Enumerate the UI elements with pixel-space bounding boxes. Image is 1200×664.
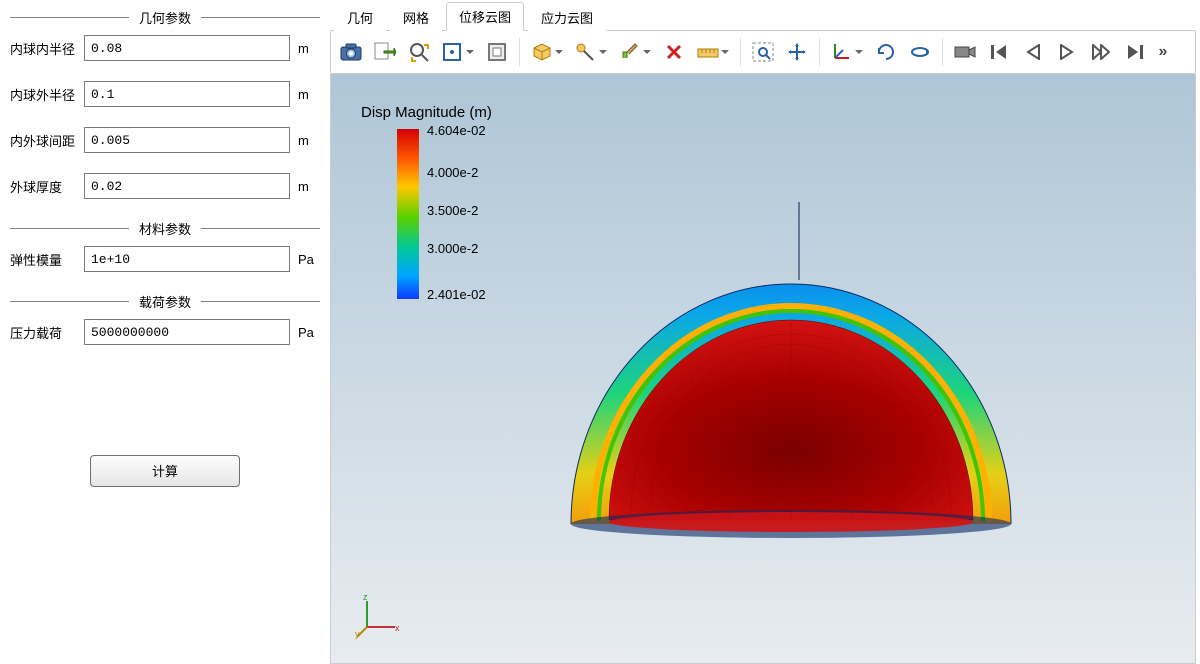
row-inner-radius-out: 内球外半径 m (10, 81, 320, 107)
label-gap: 内外球间距 (10, 131, 84, 150)
delete-button[interactable] (658, 36, 690, 68)
probe-button[interactable] (570, 36, 612, 68)
rotate-icon (876, 42, 896, 62)
separator (740, 38, 741, 66)
axes-icon (831, 42, 851, 62)
unit-outer-thickness: m (290, 179, 320, 194)
zoom-area-button[interactable] (747, 36, 779, 68)
group-geometry-title: 几何参数 (139, 8, 191, 27)
spin-icon (910, 42, 930, 62)
pan-button[interactable] (781, 36, 813, 68)
label-inner-radius-in: 内球内半径 (10, 39, 84, 58)
chevron-down-icon (721, 50, 729, 54)
first-frame-button[interactable] (983, 36, 1015, 68)
label-pressure-load: 压力载荷 (10, 323, 84, 342)
input-inner-radius-in[interactable] (84, 35, 290, 61)
delete-icon (665, 43, 683, 61)
zoom-button[interactable] (403, 36, 435, 68)
camera-icon (954, 44, 976, 60)
axes-button[interactable] (826, 36, 868, 68)
unit-inner-radius-in: m (290, 41, 320, 56)
group-geometry: 几何参数 内球内半径 m 内球外半径 m 内外球间距 m 外球厚度 m (10, 8, 320, 199)
next-frame-icon (1092, 44, 1110, 60)
input-gap[interactable] (84, 127, 290, 153)
row-pressure-load: 压力载荷 Pa (10, 319, 320, 345)
separator (519, 38, 520, 66)
svg-text:z: z (363, 593, 368, 602)
box-select-icon (531, 42, 553, 62)
input-outer-thickness[interactable] (84, 173, 290, 199)
next-frame-button[interactable] (1085, 36, 1117, 68)
viewer-toolbar: » (330, 30, 1196, 74)
orientation-triad-icon: z x y (355, 593, 401, 639)
group-load: 载荷参数 压力载荷 Pa (10, 292, 320, 345)
fit-view-button[interactable] (437, 36, 479, 68)
tab-stress[interactable]: 应力云图 (528, 3, 606, 31)
unit-pressure-load: Pa (290, 325, 320, 340)
tabs: 几何 网格 位移云图 应力云图 (330, 0, 1196, 30)
spin-button[interactable] (904, 36, 936, 68)
screenshot-icon (340, 43, 362, 61)
last-frame-button[interactable] (1119, 36, 1151, 68)
3d-viewport[interactable]: Disp Magnitude (m) 4.604e-02 4.000e-2 3.… (330, 74, 1196, 664)
group-material: 材料参数 弹性模量 Pa (10, 219, 320, 272)
chevron-down-icon (643, 50, 651, 54)
chevron-down-icon (555, 50, 563, 54)
separator (819, 38, 820, 66)
svg-text:x: x (395, 623, 400, 633)
tab-displacement[interactable]: 位移云图 (446, 2, 524, 31)
unit-elastic-modulus: Pa (290, 252, 320, 267)
unit-inner-radius-out: m (290, 87, 320, 102)
unit-gap: m (290, 133, 320, 148)
zoom-area-icon (752, 42, 774, 62)
svg-text:y: y (355, 629, 360, 639)
label-inner-radius-out: 内球外半径 (10, 85, 84, 104)
group-load-title: 载荷参数 (139, 292, 191, 311)
frame-icon (487, 42, 507, 62)
chevron-down-icon (466, 50, 474, 54)
box-select-button[interactable] (526, 36, 568, 68)
label-elastic-modulus: 弹性模量 (10, 250, 84, 269)
export-button[interactable] (369, 36, 401, 68)
frame-button[interactable] (481, 36, 513, 68)
play-button[interactable] (1051, 36, 1083, 68)
chevron-down-icon (855, 50, 863, 54)
ruler-icon (697, 45, 719, 59)
probe-icon (575, 42, 595, 62)
input-elastic-modulus[interactable] (84, 246, 290, 272)
row-outer-thickness: 外球厚度 m (10, 173, 320, 199)
separator (942, 38, 943, 66)
toolbar-overflow-button[interactable]: » (1153, 43, 1173, 61)
zoom-icon (409, 42, 429, 62)
row-inner-radius-in: 内球内半径 m (10, 35, 320, 61)
fit-view-icon (442, 42, 462, 62)
last-frame-icon (1126, 44, 1144, 60)
screenshot-button[interactable] (335, 36, 367, 68)
tab-geometry[interactable]: 几何 (334, 3, 386, 31)
rotate-button[interactable] (870, 36, 902, 68)
play-icon (1060, 44, 1074, 60)
calculate-button[interactable]: 计算 (90, 455, 240, 487)
input-pressure-load[interactable] (84, 319, 290, 345)
brush-icon (619, 42, 639, 62)
ruler-button[interactable] (692, 36, 734, 68)
tab-mesh[interactable]: 网格 (390, 3, 442, 31)
result-render (331, 74, 1191, 654)
input-inner-radius-out[interactable] (84, 81, 290, 107)
camera-button[interactable] (949, 36, 981, 68)
parameter-panel: 几何参数 内球内半径 m 内球外半径 m 内外球间距 m 外球厚度 m (0, 0, 330, 664)
first-frame-icon (990, 44, 1008, 60)
group-material-title: 材料参数 (139, 219, 191, 238)
view-area: 几何 网格 位移云图 应力云图 (330, 0, 1200, 664)
pan-icon (787, 42, 807, 62)
export-icon (374, 42, 396, 62)
label-outer-thickness: 外球厚度 (10, 177, 84, 196)
prev-frame-button[interactable] (1017, 36, 1049, 68)
brush-button[interactable] (614, 36, 656, 68)
chevron-down-icon (599, 50, 607, 54)
row-gap: 内外球间距 m (10, 127, 320, 153)
prev-frame-icon (1026, 44, 1040, 60)
row-elastic-modulus: 弹性模量 Pa (10, 246, 320, 272)
